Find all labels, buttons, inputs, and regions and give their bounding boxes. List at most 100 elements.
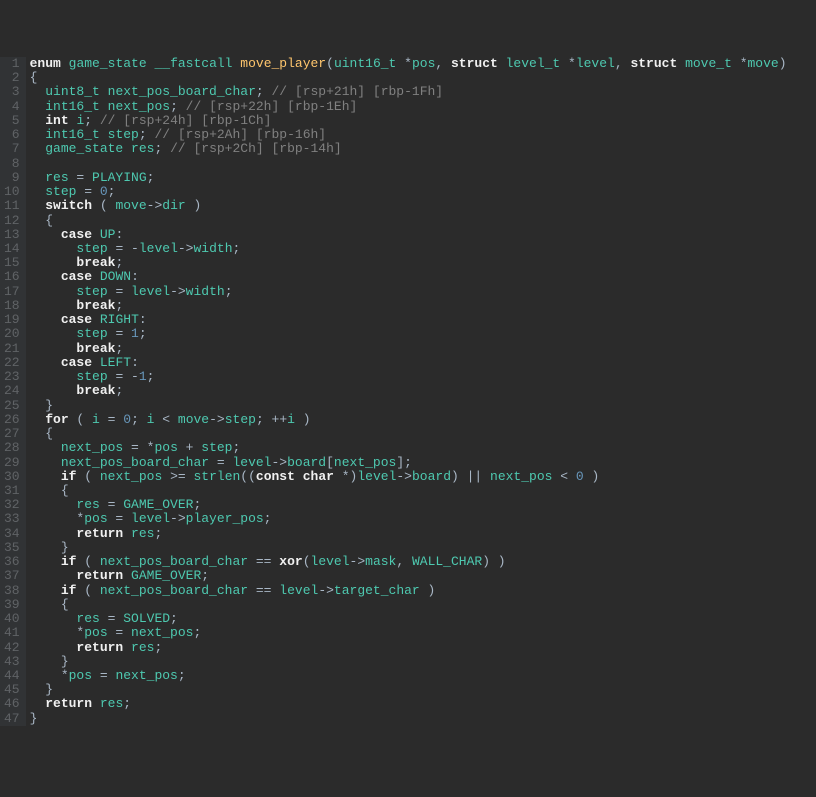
code-token	[92, 696, 100, 711]
code-line[interactable]: return res;	[30, 697, 816, 711]
code-line[interactable]: }	[30, 712, 816, 726]
code-line[interactable]: {	[30, 484, 816, 498]
code-line[interactable]: step = 1;	[30, 327, 816, 341]
code-line[interactable]: case RIGHT:	[30, 313, 816, 327]
code-token: case	[61, 355, 92, 370]
code-token: ;	[154, 141, 170, 156]
code-token: GAME_OVER	[131, 568, 201, 583]
line-number: 3	[4, 85, 20, 99]
code-line[interactable]: *pos = next_pos;	[30, 626, 816, 640]
code-token	[100, 127, 108, 142]
code-token: xor	[279, 554, 302, 569]
code-line[interactable]: step = -1;	[30, 370, 816, 384]
line-number: 11	[4, 199, 20, 213]
code-line[interactable]: int16_t next_pos; // [rsp+22h] [rbp-1Eh]	[30, 100, 816, 114]
code-token: pos	[84, 625, 107, 640]
code-editor[interactable]: 1234567891011121314151617181920212223242…	[0, 57, 816, 726]
code-line[interactable]: if ( next_pos_board_char == xor(level->m…	[30, 555, 816, 569]
code-line[interactable]: }	[30, 683, 816, 697]
code-token: i	[92, 412, 100, 427]
code-line[interactable]: uint8_t next_pos_board_char; // [rsp+21h…	[30, 85, 816, 99]
code-line[interactable]: next_pos = *pos + step;	[30, 441, 816, 455]
code-token: player_pos	[186, 511, 264, 526]
code-line[interactable]: break;	[30, 299, 816, 313]
code-line[interactable]: next_pos_board_char = level->board[next_…	[30, 456, 816, 470]
line-number: 14	[4, 242, 20, 256]
code-token: ; ++	[256, 412, 287, 427]
code-line[interactable]: return GAME_OVER;	[30, 569, 816, 583]
code-token: res	[131, 141, 154, 156]
code-token: )	[186, 198, 202, 213]
code-token: if	[61, 583, 77, 598]
code-token: *	[560, 56, 576, 71]
line-number: 22	[4, 356, 20, 370]
code-token	[92, 227, 100, 242]
code-line[interactable]: enum game_state __fastcall move_player(u…	[30, 57, 816, 71]
code-line[interactable]: {	[30, 427, 816, 441]
code-line[interactable]: *pos = level->player_pos;	[30, 512, 816, 526]
code-line[interactable]: break;	[30, 384, 816, 398]
code-token: next_pos_board_char	[108, 84, 256, 99]
code-line[interactable]: case UP:	[30, 228, 816, 242]
code-line[interactable]: if ( next_pos_board_char == level->targe…	[30, 584, 816, 598]
code-line[interactable]: game_state res; // [rsp+2Ch] [rbp-14h]	[30, 142, 816, 156]
code-token	[123, 526, 131, 541]
code-line[interactable]: res = GAME_OVER;	[30, 498, 816, 512]
code-line[interactable]: {	[30, 598, 816, 612]
code-token: res	[131, 526, 154, 541]
code-token: for	[45, 412, 68, 427]
code-token: case	[61, 312, 92, 327]
code-line[interactable]: if ( next_pos >= strlen((const char *)le…	[30, 470, 816, 484]
code-line[interactable]: step = -level->width;	[30, 242, 816, 256]
code-token: ;	[139, 326, 147, 341]
code-line[interactable]: switch ( move->dir )	[30, 199, 816, 213]
line-number: 17	[4, 285, 20, 299]
code-line[interactable]: {	[30, 214, 816, 228]
code-token: :	[131, 355, 139, 370]
code-line[interactable]: int16_t step; // [rsp+2Ah] [rbp-16h]	[30, 128, 816, 142]
code-line[interactable]: return res;	[30, 527, 816, 541]
code-line[interactable]: break;	[30, 256, 816, 270]
code-token: ;	[256, 84, 272, 99]
code-line[interactable]: for ( i = 0; i < move->step; ++i )	[30, 413, 816, 427]
code-token	[92, 312, 100, 327]
code-line[interactable]: }	[30, 655, 816, 669]
line-number: 2	[4, 71, 20, 85]
code-token: ,	[396, 554, 412, 569]
code-token: PLAYING	[92, 170, 147, 185]
code-token: level	[139, 241, 178, 256]
code-line[interactable]: }	[30, 399, 816, 413]
code-token: ->	[147, 198, 163, 213]
code-token: :	[131, 269, 139, 284]
code-line[interactable]: int i; // [rsp+24h] [rbp-1Ch]	[30, 114, 816, 128]
code-line[interactable]: return res;	[30, 641, 816, 655]
code-line[interactable]: step = 0;	[30, 185, 816, 199]
code-line[interactable]	[30, 157, 816, 171]
code-token: next_pos_board_char	[100, 583, 248, 598]
code-token	[30, 412, 46, 427]
code-line[interactable]: res = PLAYING;	[30, 171, 816, 185]
code-line[interactable]: break;	[30, 342, 816, 356]
code-token: break	[76, 255, 115, 270]
code-line[interactable]: case DOWN:	[30, 270, 816, 284]
code-area[interactable]: enum game_state __fastcall move_player(u…	[26, 57, 816, 726]
code-token	[30, 568, 77, 583]
code-token: <	[154, 412, 177, 427]
code-token: next_pos	[490, 469, 552, 484]
code-line[interactable]: *pos = next_pos;	[30, 669, 816, 683]
code-token: move	[178, 412, 209, 427]
code-token: =	[209, 455, 232, 470]
code-line[interactable]: res = SOLVED;	[30, 612, 816, 626]
code-token: res	[76, 611, 99, 626]
code-line[interactable]: step = level->width;	[30, 285, 816, 299]
code-line[interactable]: case LEFT:	[30, 356, 816, 370]
code-token: __fastcall	[154, 56, 232, 71]
code-line[interactable]: }	[30, 541, 816, 555]
code-token: move_t	[685, 56, 732, 71]
code-line[interactable]: {	[30, 71, 816, 85]
code-token	[30, 526, 77, 541]
code-token	[30, 326, 77, 341]
code-token: =	[92, 668, 115, 683]
line-number: 47	[4, 712, 20, 726]
code-token: ->	[170, 284, 186, 299]
